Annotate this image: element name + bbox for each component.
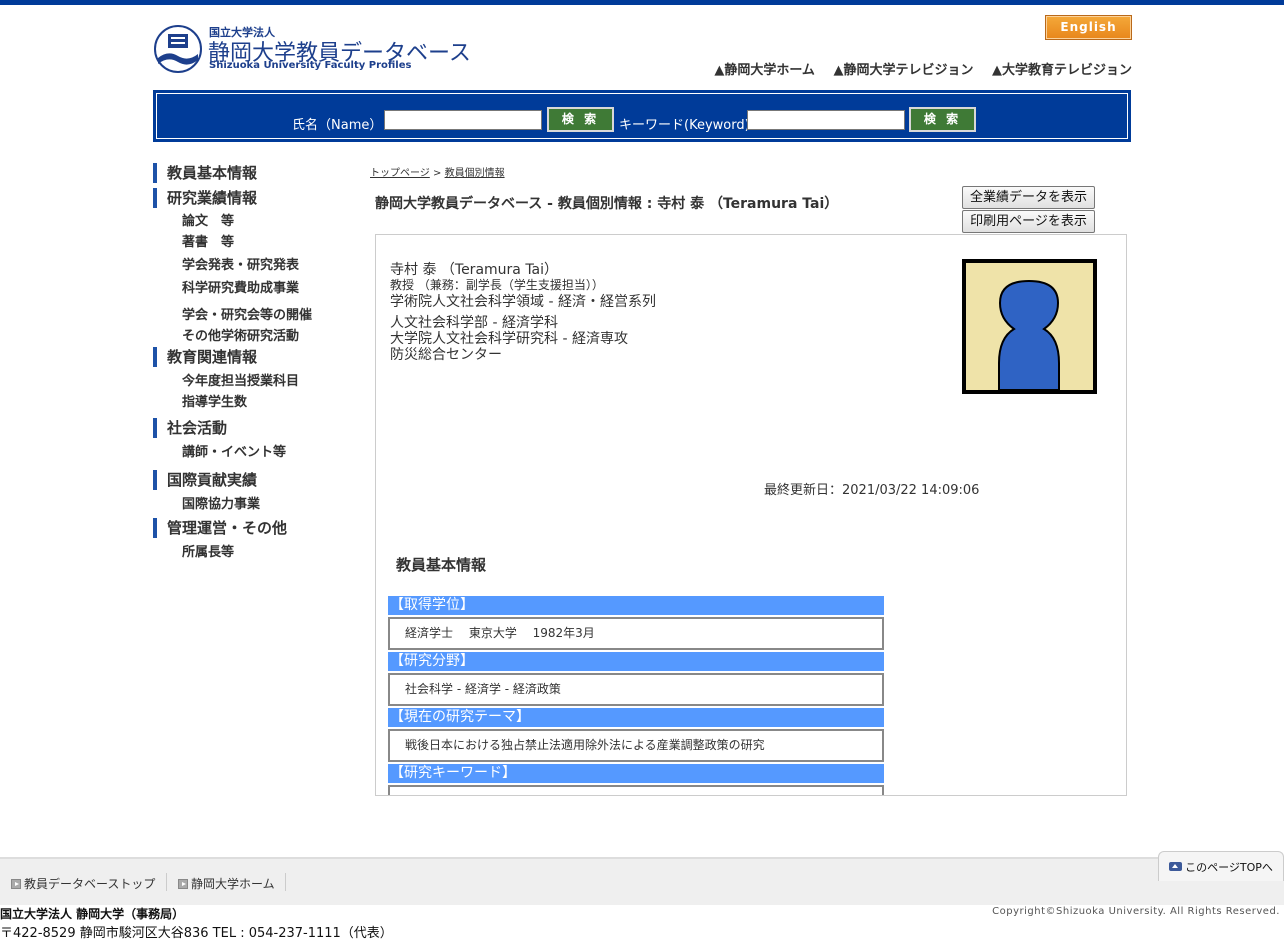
breadcrumb-current[interactable]: 教員個別情報	[445, 168, 505, 179]
footer-link-univ-home[interactable]: 静岡大学ホーム	[178, 875, 275, 892]
nav-international[interactable]: 国際貢献実績	[153, 470, 353, 490]
page-top-button[interactable]: このページTOPへ	[1158, 851, 1284, 881]
copyright: Copyright©Shizuoka University. All Right…	[992, 906, 1280, 917]
english-button[interactable]: English	[1045, 15, 1132, 40]
nav-item-other-research[interactable]: その他学術研究活動	[153, 325, 353, 344]
site-logo[interactable]: 国立大学法人 静岡大学教員データベース Shizuoka University …	[153, 22, 473, 76]
nav-management[interactable]: 管理運営・その他	[153, 518, 353, 538]
nav-research[interactable]: 研究業績情報	[153, 188, 353, 208]
research-keyword-value	[388, 785, 884, 795]
top-link-univ-home[interactable]: ▲静岡大学ホーム	[714, 63, 815, 78]
name-search-button[interactable]: 検 索	[547, 107, 614, 132]
nav-item-students[interactable]: 指導学生数	[153, 391, 353, 410]
nav-item-books[interactable]: 著書 等	[153, 231, 353, 250]
keyword-search-button[interactable]: 検 索	[909, 107, 976, 132]
research-field-heading: 【研究分野】	[388, 652, 884, 671]
research-keyword-heading: 【研究キーワード】	[388, 764, 884, 783]
section-basic-info-title: 教員基本情報	[396, 556, 487, 574]
name-search-input[interactable]	[384, 110, 542, 130]
breadcrumb: トップページ > 教員個別情報	[370, 164, 505, 179]
nav-item-cooperation[interactable]: 国際協力事業	[153, 493, 353, 512]
arrow-right-icon	[11, 879, 21, 889]
name-search-label: 氏名（Name）	[292, 118, 383, 133]
profile-panel: 寺村 泰 （Teramura Tai） 教授 （兼務：副学長（学生支援担当）） …	[375, 234, 1127, 796]
degree-heading: 【取得学位】	[388, 596, 884, 615]
breadcrumb-separator: >	[433, 168, 442, 179]
breadcrumb-home[interactable]: トップページ	[370, 168, 430, 179]
top-bar	[0, 0, 1284, 5]
top-link-edu-tv[interactable]: ▲大学教育テレビジョン	[992, 63, 1132, 78]
last-updated: 最終更新日：2021/03/22 14:09:06	[764, 483, 980, 498]
degree-value: 経済学士 東京大学 1982年3月	[388, 617, 884, 650]
research-theme-value: 戦後日本における独占禁止法適用除外法による産業調整政策の研究	[388, 729, 884, 762]
footer-address: 〒422-8529 静岡市駿河区大谷836 TEL : 054-237-1111…	[0, 926, 393, 941]
footer-org: 国立大学法人 静岡大学（事務局）	[0, 907, 185, 921]
arrow-right-icon	[178, 879, 188, 889]
arrow-up-icon	[1169, 862, 1183, 871]
nav-item-conferences[interactable]: 学会・研究会等の開催	[153, 304, 353, 323]
logo-subtitle: Shizuoka University Faculty Profiles	[209, 60, 412, 71]
show-all-data-button[interactable]: 全業績データを表示	[962, 186, 1095, 209]
keyword-search-label: キーワード(Keyword)	[619, 118, 750, 133]
faculty-photo	[962, 259, 1097, 394]
nav-social[interactable]: 社会活動	[153, 418, 353, 438]
nav-basic-info[interactable]: 教員基本情報	[153, 163, 353, 183]
top-link-univ-tv[interactable]: ▲静岡大学テレビジョン	[833, 63, 973, 78]
print-page-button[interactable]: 印刷用ページを表示	[962, 210, 1095, 233]
research-theme-heading: 【現在の研究テーマ】	[388, 708, 884, 727]
nav-item-presentations[interactable]: 学会発表・研究発表	[153, 254, 353, 273]
faculty-affiliation: 学術院人文社会科学領域 - 経済・経営系列	[390, 294, 656, 310]
top-links: ▲静岡大学ホーム ▲静岡大学テレビジョン ▲大学教育テレビジョン	[700, 59, 1132, 78]
person-placeholder-icon	[998, 279, 1060, 390]
footer-link-db-top[interactable]: 教員データベーストップ	[11, 875, 155, 892]
nav-item-lectures[interactable]: 講師・イベント等	[153, 441, 353, 460]
faculty-center: 防災総合センター	[390, 347, 502, 363]
footer-bar: 教員データベーストップ 静岡大学ホーム	[0, 857, 1284, 905]
nav-item-papers[interactable]: 論文 等	[153, 210, 353, 229]
research-field-value: 社会科学 - 経済学 - 経済政策	[388, 673, 884, 706]
page-title: 静岡大学教員データベース - 教員個別情報 : 寺村 泰 （Teramura T…	[375, 196, 839, 212]
keyword-search-input[interactable]	[747, 110, 905, 130]
nav-item-heads[interactable]: 所属長等	[153, 541, 353, 560]
nav-item-grants[interactable]: 科学研究費助成事業	[153, 277, 353, 296]
search-bar: 氏名（Name） 検 索 キーワード(Keyword) 検 索	[153, 90, 1131, 142]
university-emblem-icon	[154, 25, 202, 73]
nav-education[interactable]: 教育関連情報	[153, 347, 353, 367]
side-navigation: 教員基本情報 研究業績情報 論文 等 著書 等 学会発表・研究発表 科学研究費助…	[153, 163, 353, 560]
nav-item-courses[interactable]: 今年度担当授業科目	[153, 370, 353, 389]
